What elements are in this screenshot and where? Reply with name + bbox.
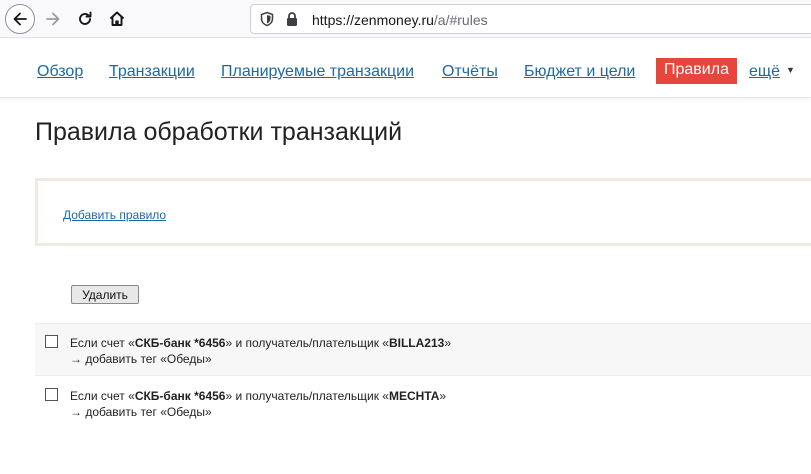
rule-action: → добавить тег «Обеды» bbox=[70, 352, 212, 366]
nav-item-reports[interactable]: Отчёты bbox=[442, 63, 498, 81]
rule-checkbox[interactable] bbox=[45, 335, 58, 348]
home-icon bbox=[109, 11, 125, 26]
rule-condition: Если счет «СКБ-банк *6456» и получатель/… bbox=[70, 389, 446, 403]
rule-account: СКБ-банк *6456 bbox=[134, 389, 226, 403]
forward-button[interactable] bbox=[38, 4, 68, 34]
rule-row: Если счет «СКБ-банк *6456» и получатель/… bbox=[35, 377, 811, 430]
rule-prefix: Если счет « bbox=[70, 389, 135, 403]
url-text: https://zenmoney.ru/a/#rules bbox=[312, 12, 488, 28]
delete-button[interactable]: Удалить bbox=[71, 285, 139, 304]
rule-checkbox[interactable] bbox=[45, 388, 58, 401]
rule-prefix: Если счет « bbox=[70, 336, 135, 350]
nav-item-budget[interactable]: Бюджет и цели bbox=[524, 63, 635, 81]
page-title: Правила обработки транзакций bbox=[35, 118, 403, 146]
back-button[interactable] bbox=[5, 4, 35, 34]
rule-row: Если счет «СКБ-банк *6456» и получатель/… bbox=[35, 323, 811, 376]
url-host: https://zenmoney.ru bbox=[312, 12, 434, 28]
rule-payee: MECHTA bbox=[388, 389, 440, 403]
shield-icon[interactable] bbox=[259, 11, 275, 27]
nav-item-rules[interactable]: Правила bbox=[656, 58, 737, 84]
add-rule-panel: Добавить правило bbox=[35, 178, 811, 246]
nav-more-menu[interactable]: ещё ▼ bbox=[749, 63, 795, 81]
add-rule-link[interactable]: Добавить правило bbox=[63, 208, 166, 222]
reload-icon bbox=[79, 11, 92, 25]
rule-middle: » и получатель/плательщик « bbox=[225, 389, 389, 403]
rule-suffix: » bbox=[444, 336, 451, 350]
reload-button[interactable] bbox=[70, 4, 100, 34]
main-nav: Обзор Транзакции Планируемые транзакции … bbox=[0, 39, 811, 98]
rule-condition: Если счет «СКБ-банк *6456» и получатель/… bbox=[70, 336, 451, 350]
rule-payee: BILLA213 bbox=[388, 336, 445, 350]
nav-more-label: ещё bbox=[749, 63, 780, 80]
home-button[interactable] bbox=[102, 4, 132, 34]
nav-item-overview[interactable]: Обзор bbox=[37, 63, 83, 81]
address-bar[interactable]: https://zenmoney.ru/a/#rules bbox=[250, 4, 811, 34]
rule-account: СКБ-банк *6456 bbox=[134, 336, 226, 350]
caret-down-icon: ▼ bbox=[785, 65, 795, 75]
lock-icon[interactable] bbox=[285, 11, 299, 27]
nav-item-planned-transactions[interactable]: Планируемые транзакции bbox=[221, 63, 414, 81]
nav-item-transactions[interactable]: Транзакции bbox=[109, 63, 195, 81]
url-path: /a/#rules bbox=[433, 12, 488, 28]
rule-action: → добавить тег «Обеды» bbox=[70, 405, 212, 419]
arrow-left-icon bbox=[13, 12, 27, 26]
rule-suffix: » bbox=[439, 389, 447, 403]
browser-toolbar: https://zenmoney.ru/a/#rules bbox=[0, 0, 811, 38]
arrow-right-icon bbox=[46, 12, 60, 26]
rule-middle: » и получатель/плательщик « bbox=[225, 336, 389, 350]
